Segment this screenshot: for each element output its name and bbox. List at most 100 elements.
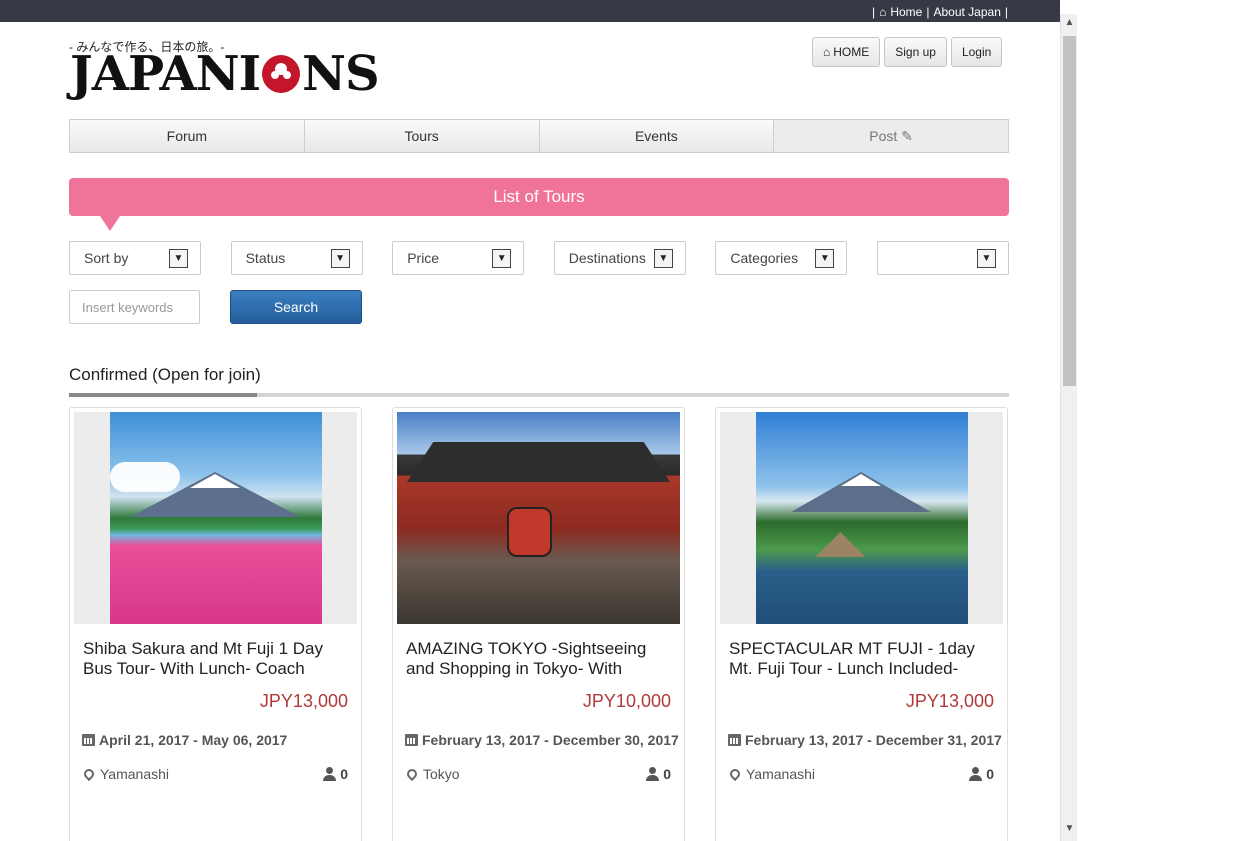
lantern-shape [507, 507, 552, 557]
top-separator: | [871, 5, 876, 19]
search-button[interactable]: Search [230, 290, 362, 324]
user-icon [646, 767, 660, 781]
hut-shape [815, 532, 866, 557]
user-icon [323, 767, 337, 781]
chevron-down-icon: ▼ [815, 248, 835, 268]
tour-price: JPY10,000 [582, 691, 671, 711]
calendar-icon [82, 734, 95, 746]
tour-dates: February 13, 2017 - December 30, 2017 [405, 732, 679, 748]
categories-select[interactable]: Categories ▼ [715, 241, 848, 275]
nav-forum[interactable]: Forum [70, 120, 305, 152]
nav-tours[interactable]: Tours [304, 120, 540, 152]
calendar-icon [728, 734, 741, 746]
flower-logo-icon [262, 55, 301, 93]
logo-text-left: JAPANI [70, 46, 261, 102]
tour-image[interactable] [755, 412, 968, 624]
site-logo[interactable]: JAPANI NS [70, 46, 380, 102]
filter-row: Sort by ▼ Status ▼ Price ▼ Destinations … [69, 241, 1009, 275]
map-pin-icon [404, 766, 420, 782]
tour-title[interactable]: SPECTACULAR MT FUJI - 1day Mt. Fuji Tour… [729, 639, 994, 679]
chevron-down-icon: ▼ [492, 248, 512, 268]
tour-participants: 0 [969, 766, 994, 782]
header-buttons: ⌂ HOME Sign up Login [812, 37, 1003, 67]
section-title: Confirmed (Open for join) [69, 365, 261, 384]
tour-image-frame [397, 412, 680, 624]
tour-dates-text: April 21, 2017 - May 06, 2017 [99, 732, 288, 748]
tour-participants-count: 0 [986, 766, 994, 782]
tour-location: Yamanashi [81, 766, 170, 782]
tour-image[interactable] [109, 412, 322, 624]
tour-dates: April 21, 2017 - May 06, 2017 [82, 732, 287, 748]
price-select[interactable]: Price ▼ [392, 241, 525, 275]
calendar-icon [405, 734, 418, 746]
tour-price: JPY13,000 [905, 691, 994, 711]
tour-price: JPY13,000 [259, 691, 348, 711]
scroll-thumb[interactable] [1063, 36, 1076, 386]
tour-dates: February 13, 2017 - December 31, 2017 [728, 732, 1002, 748]
scroll-up-icon[interactable]: ▲ [1061, 14, 1078, 31]
chevron-down-icon: ▼ [169, 248, 188, 268]
signup-button[interactable]: Sign up [884, 37, 947, 67]
home-button-label: HOME [833, 45, 870, 59]
top-separator: | [1004, 5, 1008, 19]
sort-select[interactable]: Sort by ▼ [69, 241, 201, 275]
home-button[interactable]: ⌂ HOME [812, 37, 881, 67]
tour-participants-count: 0 [663, 766, 671, 782]
keyword-input[interactable] [69, 290, 200, 324]
tour-participants: 0 [646, 766, 671, 782]
tour-card[interactable]: SPECTACULAR MT FUJI - 1day Mt. Fuji Tour… [715, 407, 1008, 841]
chevron-down-icon: ▼ [976, 248, 996, 268]
tour-location: Tokyo [404, 766, 460, 782]
top-home-link[interactable]: Home [890, 5, 922, 19]
page-scrollbar[interactable]: ▲ ▼ [1060, 14, 1077, 841]
scroll-down-icon[interactable]: ▼ [1061, 820, 1078, 837]
banner-pointer [100, 216, 120, 231]
tour-title[interactable]: AMAZING TOKYO -Sightseeing and Shopping … [406, 639, 671, 679]
tour-location-text: Yamanashi [746, 766, 816, 782]
snow-cap-shape [189, 474, 240, 488]
top-bar: | ⌂ Home | About Japan | [0, 0, 1060, 22]
temple-roof-shape [407, 442, 670, 482]
chevron-down-icon: ▼ [653, 248, 673, 268]
tour-location: Yamanashi [727, 766, 816, 782]
edit-icon: ✎ [901, 127, 913, 144]
nav-post[interactable]: Post ✎ [774, 120, 1008, 152]
destinations-select-value: Destinations [568, 250, 646, 266]
user-icon [969, 767, 983, 781]
snow-cap-shape [840, 474, 881, 486]
login-button[interactable]: Login [950, 37, 1003, 67]
tour-card[interactable]: AMAZING TOKYO -Sightseeing and Shopping … [392, 407, 685, 841]
list-banner: List of Tours [69, 178, 1009, 216]
tour-dates-text: February 13, 2017 - December 30, 2017 [422, 732, 679, 748]
sort-select-value: Sort by [84, 250, 129, 266]
logo-text-right: NS [302, 46, 380, 102]
tour-card[interactable]: Shiba Sakura and Mt Fuji 1 Day Bus Tour-… [69, 407, 362, 841]
tour-image-frame [74, 412, 357, 624]
home-icon: ⌂ [823, 45, 831, 59]
top-separator: | [926, 5, 930, 19]
home-icon: ⌂ [879, 5, 887, 19]
tour-image[interactable] [397, 412, 680, 624]
section-divider [69, 393, 1009, 397]
map-pin-icon [727, 766, 743, 782]
tour-location-text: Yamanashi [100, 766, 170, 782]
destinations-select[interactable]: Destinations ▼ [553, 241, 686, 275]
tour-image-frame [720, 412, 1003, 624]
tour-participants-count: 0 [340, 766, 348, 782]
status-select-value: Status [245, 250, 286, 266]
chevron-down-icon: ▼ [330, 248, 350, 268]
status-select[interactable]: Status ▼ [230, 241, 363, 275]
categories-select-value: Categories [730, 250, 799, 266]
extra-select[interactable]: ▼ [876, 241, 1009, 275]
top-links: | ⌂ Home | About Japan | [872, 5, 1008, 19]
tour-location-text: Tokyo [423, 766, 460, 782]
tour-dates-text: February 13, 2017 - December 31, 2017 [745, 732, 1002, 748]
tour-participants: 0 [323, 766, 348, 782]
tour-title[interactable]: Shiba Sakura and Mt Fuji 1 Day Bus Tour-… [83, 639, 348, 679]
nav-post-label: Post [869, 128, 898, 144]
section-divider-active [69, 393, 257, 397]
map-pin-icon [81, 766, 97, 782]
top-about-link[interactable]: About Japan [933, 5, 1000, 19]
nav-events[interactable]: Events [539, 120, 775, 152]
banner-title: List of Tours [493, 187, 585, 206]
